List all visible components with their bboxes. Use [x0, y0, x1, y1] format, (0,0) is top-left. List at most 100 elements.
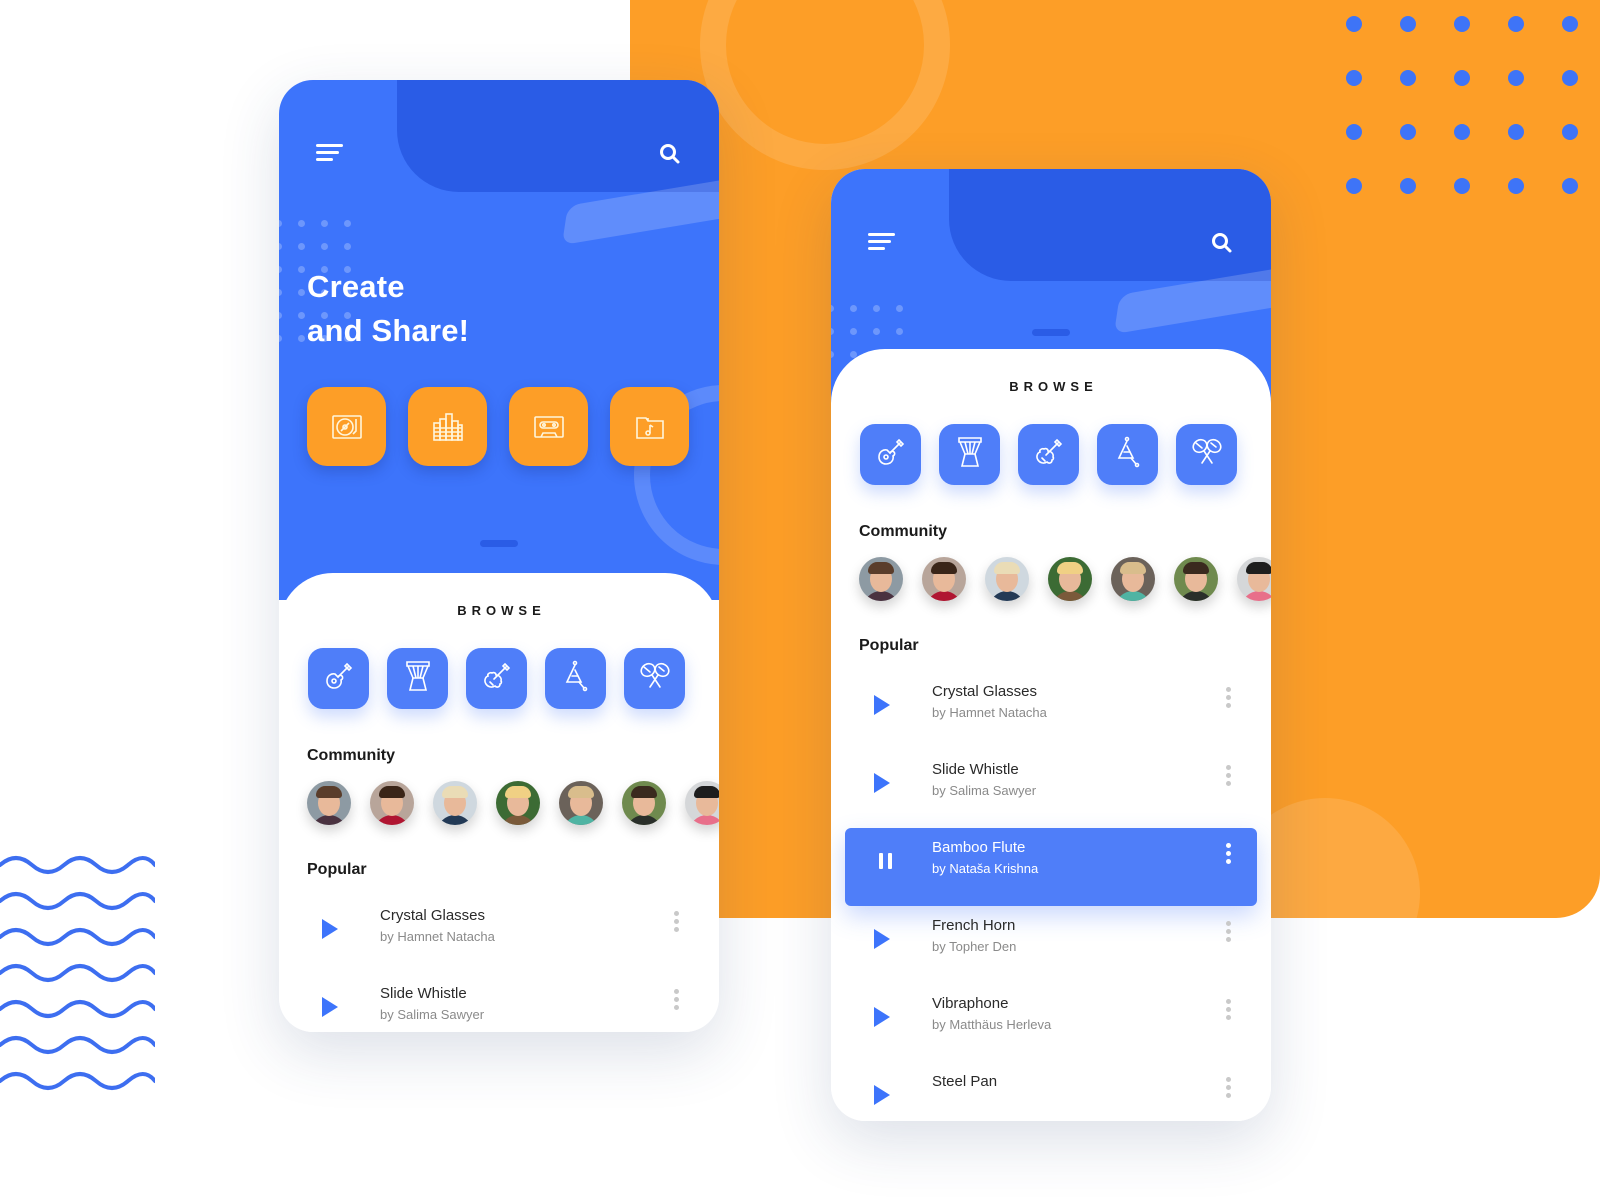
play-icon[interactable] — [874, 773, 890, 793]
avatar[interactable] — [922, 557, 966, 601]
avatar[interactable] — [685, 781, 719, 825]
maracas-icon — [639, 661, 671, 696]
play-icon[interactable] — [874, 695, 890, 715]
turntable-button[interactable] — [307, 387, 386, 466]
avatar[interactable] — [559, 781, 603, 825]
triangle-icon — [1115, 436, 1141, 473]
decorative-dot — [1508, 124, 1524, 140]
avatar[interactable] — [622, 781, 666, 825]
decorative-dot — [298, 220, 305, 227]
instrument-row — [831, 424, 1271, 485]
more-options-icon[interactable] — [1225, 999, 1231, 1021]
more-options-icon[interactable] — [1225, 687, 1231, 709]
track-artist: by Salima Sawyer — [932, 783, 1037, 798]
decorative-dot — [1508, 16, 1524, 32]
decorative-dot — [831, 305, 834, 312]
browse-title: BROWSE — [1009, 379, 1098, 394]
decorative-waves — [0, 856, 155, 1090]
violin-icon — [1034, 437, 1064, 472]
instrument-guitar-button[interactable] — [860, 424, 921, 485]
drag-handle[interactable] — [480, 540, 518, 547]
decorative-dot — [298, 243, 305, 250]
instrument-triangle-button[interactable] — [545, 648, 606, 709]
menu-button[interactable] — [316, 144, 344, 164]
more-options-icon[interactable] — [673, 911, 679, 933]
cassette-button[interactable] — [509, 387, 588, 466]
instrument-violin-button[interactable] — [1018, 424, 1079, 485]
track-row[interactable]: French Horn by Topher Den — [845, 906, 1257, 984]
menu-button[interactable] — [868, 233, 896, 253]
avatar[interactable] — [1048, 557, 1092, 601]
decorative-dot — [344, 220, 351, 227]
create-tools-row — [307, 387, 689, 466]
track-row[interactable]: Crystal Glasses by Hamnet Natacha — [845, 672, 1257, 750]
avatar[interactable] — [433, 781, 477, 825]
decorative-dot — [279, 335, 282, 342]
search-button[interactable] — [659, 143, 681, 165]
decorative-dot — [1400, 124, 1416, 140]
maracas-icon — [1191, 437, 1223, 472]
track-artist: by Salima Sawyer — [380, 1007, 485, 1022]
guitar-icon — [324, 661, 354, 696]
triangle-icon — [563, 660, 589, 697]
decorative-dot — [1454, 178, 1470, 194]
music-folder-button[interactable] — [610, 387, 689, 466]
play-icon[interactable] — [874, 1007, 890, 1027]
equalizer-button[interactable] — [408, 387, 487, 466]
decorative-dot — [279, 289, 282, 296]
track-row[interactable]: Vibraphone by Matthäus Herleva — [845, 984, 1257, 1062]
instrument-drum-button[interactable] — [939, 424, 1000, 485]
decorative-dot-grid — [1346, 16, 1600, 206]
avatar[interactable] — [985, 557, 1029, 601]
decorative-dot — [1454, 70, 1470, 86]
avatar[interactable] — [370, 781, 414, 825]
search-button[interactable] — [1211, 232, 1233, 254]
play-icon[interactable] — [322, 997, 338, 1017]
instrument-row — [279, 648, 719, 709]
decorative-dot — [279, 243, 282, 250]
track-row-now-playing[interactable]: Bamboo Flute by Nataša Krishna — [845, 828, 1257, 906]
more-options-icon[interactable] — [1225, 765, 1231, 787]
avatar[interactable] — [1111, 557, 1155, 601]
more-options-icon[interactable] — [1225, 843, 1231, 865]
track-row[interactable]: Slide Whistle by Salima Sawyer — [845, 750, 1257, 828]
play-icon[interactable] — [874, 1085, 890, 1105]
decorative-dot — [279, 312, 282, 319]
instrument-maracas-button[interactable] — [1176, 424, 1237, 485]
avatar[interactable] — [1237, 557, 1271, 601]
community-avatars — [831, 557, 1271, 601]
play-icon[interactable] — [874, 929, 890, 949]
popular-heading: Popular — [859, 637, 919, 654]
track-row[interactable]: Slide Whistle by Salima Sawyer — [293, 974, 705, 1032]
decorative-dot — [321, 220, 328, 227]
play-icon[interactable] — [322, 919, 338, 939]
drag-handle[interactable] — [1032, 329, 1070, 336]
decorative-dot — [321, 243, 328, 250]
avatar[interactable] — [859, 557, 903, 601]
decorative-dot — [1454, 124, 1470, 140]
more-options-icon[interactable] — [673, 989, 679, 1011]
more-options-icon[interactable] — [1225, 1077, 1231, 1099]
instrument-drum-button[interactable] — [387, 648, 448, 709]
avatar[interactable] — [496, 781, 540, 825]
avatar[interactable] — [1174, 557, 1218, 601]
decorative-dot — [1400, 178, 1416, 194]
instrument-guitar-button[interactable] — [308, 648, 369, 709]
decorative-dot — [850, 305, 857, 312]
pause-icon[interactable] — [879, 853, 893, 869]
instrument-triangle-button[interactable] — [1097, 424, 1158, 485]
track-row[interactable]: Crystal Glasses by Hamnet Natacha — [293, 896, 705, 974]
decorative-dot — [279, 220, 282, 227]
track-title: Crystal Glasses — [932, 683, 1038, 700]
instrument-violin-button[interactable] — [466, 648, 527, 709]
search-icon — [660, 144, 680, 164]
track-title: French Horn — [932, 917, 1016, 934]
browse-sheet: BROWSE Community Popular Crystal Glasses… — [831, 349, 1271, 1121]
track-title: Bamboo Flute — [932, 839, 1026, 856]
avatar[interactable] — [307, 781, 351, 825]
popular-track-list: Crystal Glasses by Hamnet Natacha Slide … — [279, 896, 719, 1032]
instrument-maracas-button[interactable] — [624, 648, 685, 709]
more-options-icon[interactable] — [1225, 921, 1231, 943]
hero-title-line-1: Create — [307, 269, 405, 304]
track-row[interactable]: Steel Pan — [845, 1062, 1257, 1121]
